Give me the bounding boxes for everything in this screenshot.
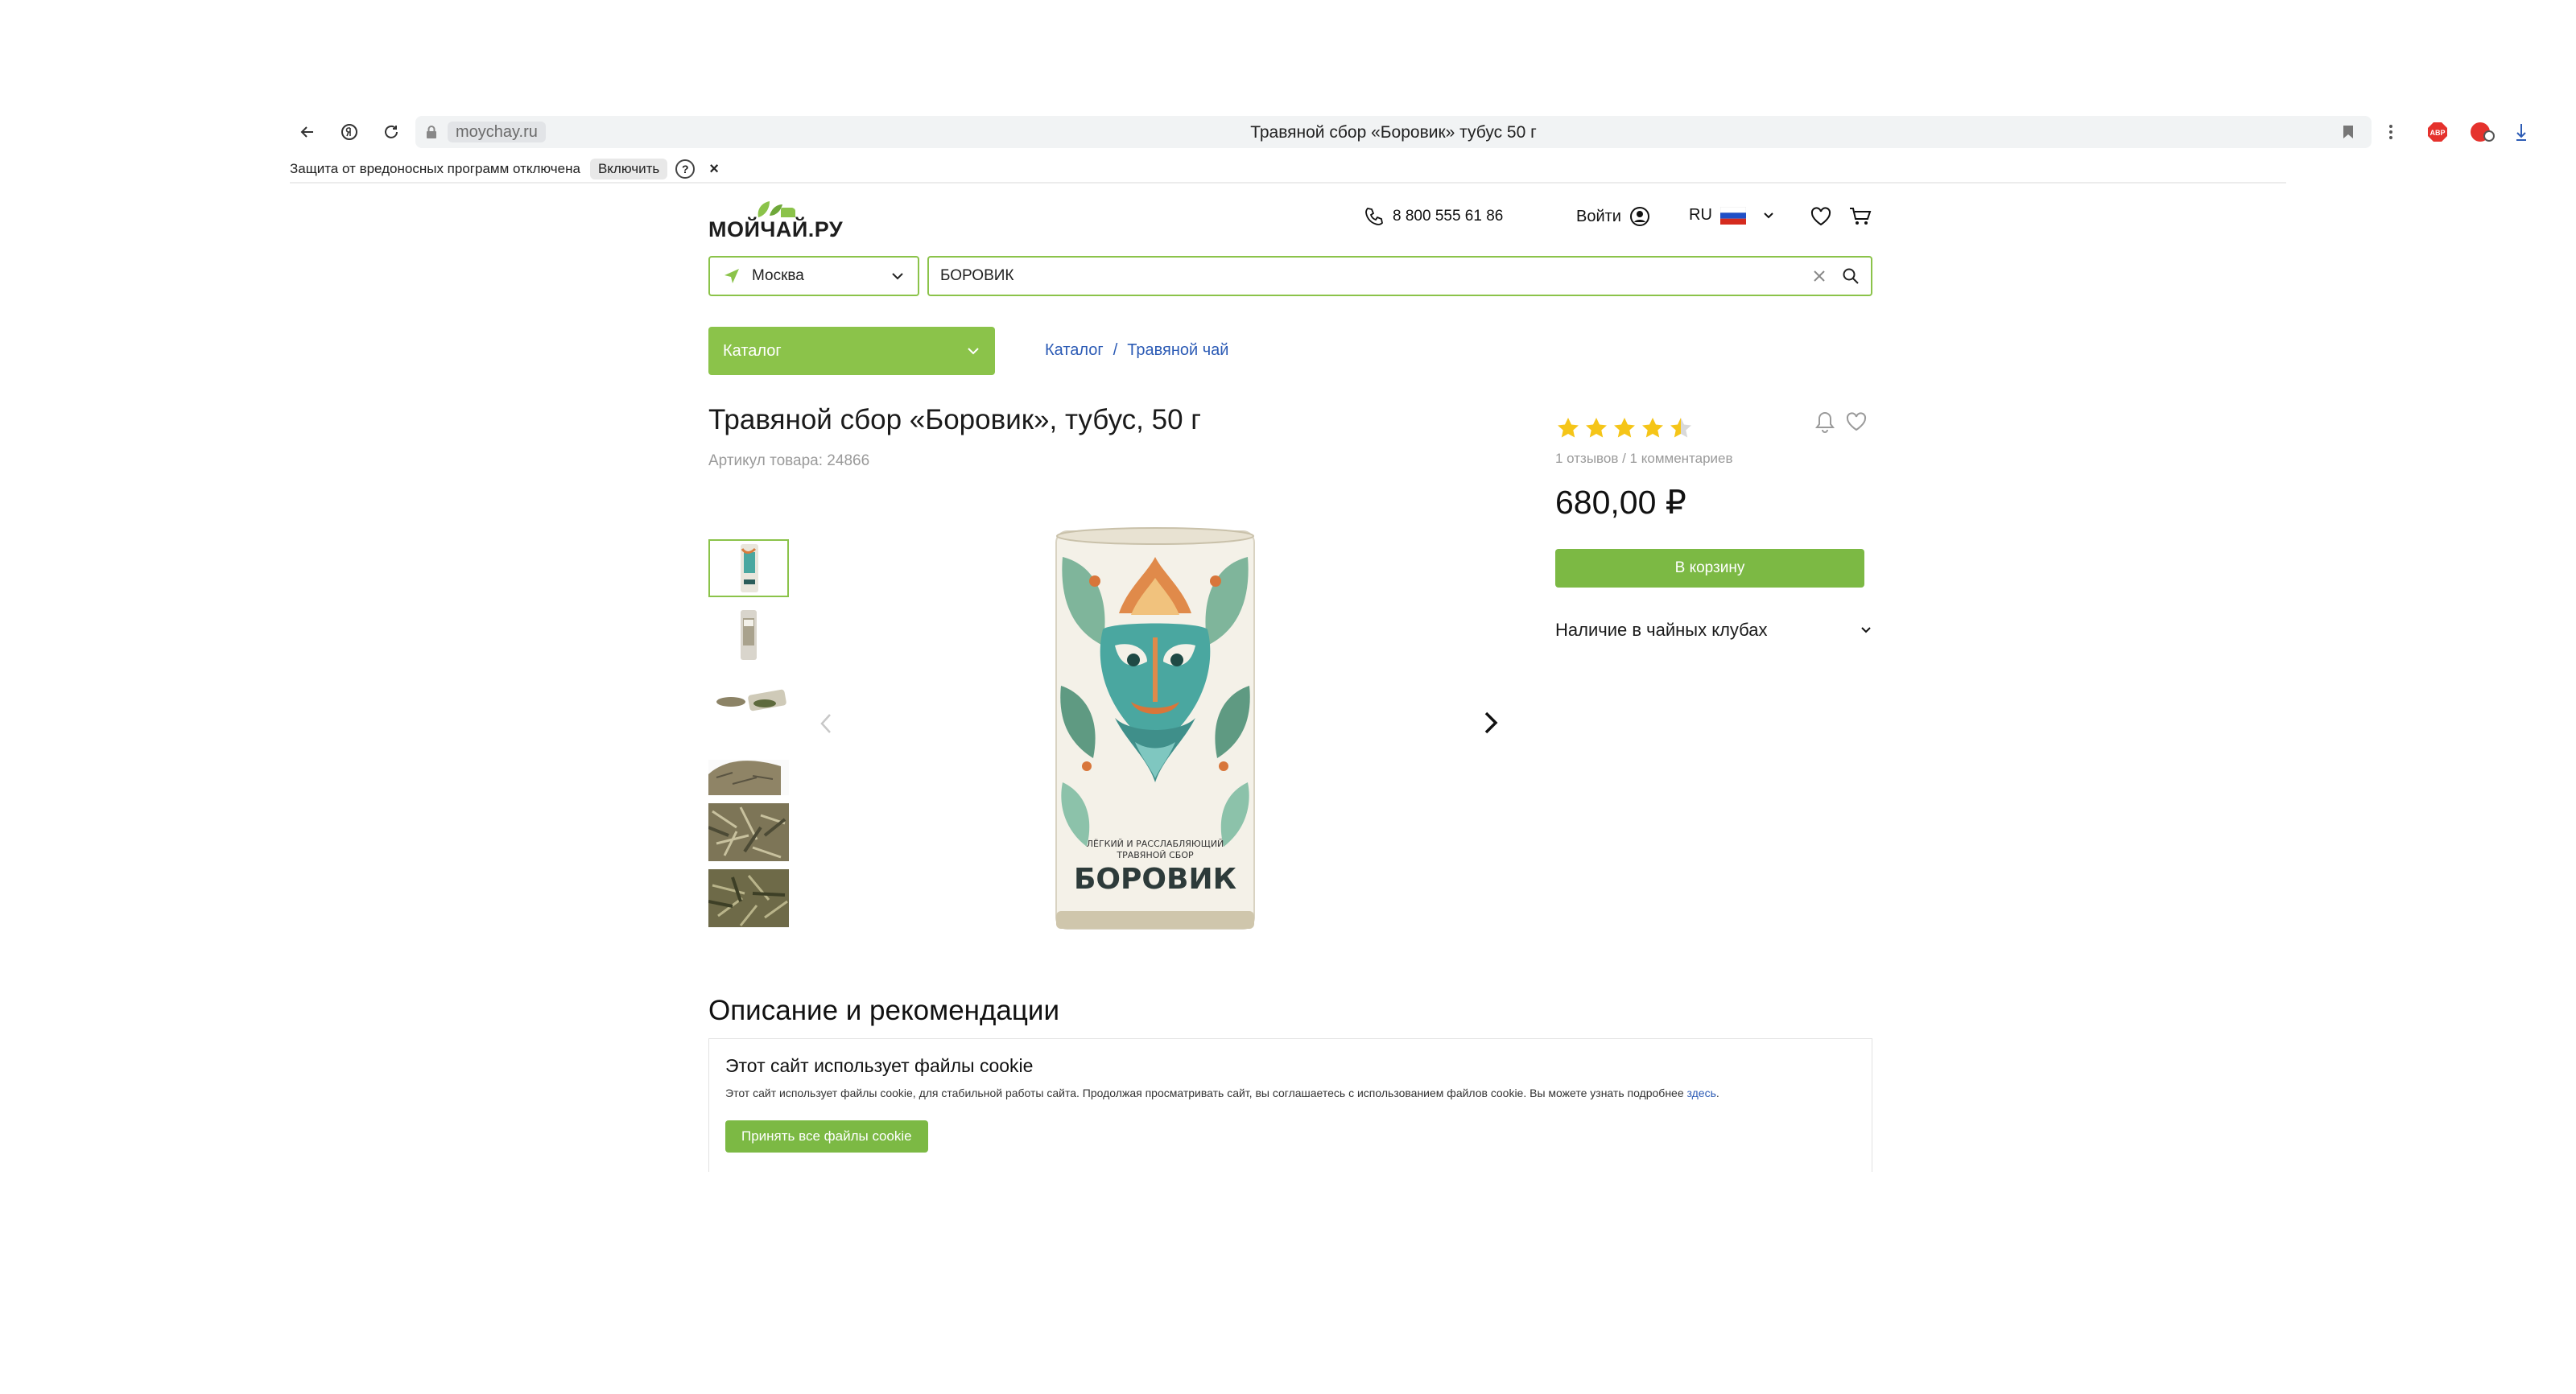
user-icon <box>1629 207 1649 226</box>
package-line-2: ТРАВЯНОЙ СБОР <box>1116 850 1194 860</box>
reviews-count[interactable]: 1 отзывов / 1 комментариев <box>1555 451 1733 467</box>
cart-icon[interactable] <box>1848 206 1872 227</box>
product-thumbnail-2[interactable] <box>708 605 789 663</box>
phone-link[interactable]: 8 800 555 61 86 <box>1364 206 1503 227</box>
browser-toolbar: moychay.ru Травяной сбор «Боровик» тубус… <box>290 113 2526 151</box>
cookie-title: Этот сайт использует файлы cookie <box>725 1055 1034 1076</box>
availability-label: Наличие в чайных клубах <box>1555 620 1768 640</box>
bell-icon[interactable] <box>1814 410 1835 433</box>
city-label: Москва <box>752 267 804 284</box>
yandex-icon[interactable] <box>336 119 362 145</box>
logo-leaf-icon <box>758 201 795 217</box>
reload-icon[interactable] <box>378 119 404 145</box>
location-arrow-icon <box>724 269 739 283</box>
package-name: БОРОВИК <box>1074 863 1236 896</box>
chevron-down-icon <box>968 348 979 355</box>
package-line-1: ЛЁГКИЙ И РАССЛАБЛЯЮЩИЙ <box>1087 839 1224 849</box>
logo-text: МОЙЧАЙ.РУ <box>708 217 844 241</box>
phone-number[interactable]: 8 800 555 61 86 <box>1393 208 1503 225</box>
product-title: Травяной сбор «Боровик», тубус, 50 г <box>708 404 1202 435</box>
product-thumbnail-3[interactable] <box>708 671 789 729</box>
heart-icon[interactable] <box>1845 411 1868 432</box>
language-label: RU <box>1689 206 1712 224</box>
city-selector[interactable]: Москва <box>708 256 919 296</box>
add-to-cart-label: В корзину <box>1674 559 1745 576</box>
close-icon[interactable]: × <box>709 160 719 179</box>
availability-dropdown[interactable]: Наличие в чайных клубах <box>1555 620 1872 641</box>
rating-stars <box>1558 418 1691 438</box>
svg-text:ABP: ABP <box>2429 129 2445 137</box>
product-thumbnail-6[interactable] <box>708 869 789 927</box>
favorites-heart-icon[interactable] <box>1810 206 1832 227</box>
breadcrumb: Каталог / Травяной чай <box>1045 341 1228 360</box>
product-thumbnail-1[interactable] <box>708 539 789 597</box>
product-rating[interactable] <box>1555 415 1697 441</box>
chevron-left-icon <box>820 714 831 733</box>
catalog-button[interactable]: Каталог <box>708 327 995 375</box>
product-thumbnail-5[interactable] <box>708 803 789 861</box>
product-sku: Артикул товара: 24866 <box>708 452 870 469</box>
star-icon <box>1642 418 1663 438</box>
login-button[interactable]: Войти <box>1576 206 1650 227</box>
product-price: 680,00 ₽ <box>1555 484 1686 521</box>
cookie-banner: Этот сайт использует файлы cookie Этот с… <box>708 1038 1872 1172</box>
breadcrumb-item-catalog[interactable]: Каталог <box>1045 341 1104 360</box>
search-query[interactable]: БОРОВИК <box>940 267 1811 285</box>
product-thumbnail-4[interactable] <box>708 737 789 795</box>
clear-icon[interactable] <box>1811 268 1827 284</box>
breadcrumb-separator: / <box>1113 341 1118 359</box>
bookmark-icon[interactable] <box>2343 125 2354 139</box>
menu-dots-icon[interactable] <box>2378 119 2404 145</box>
product-main-image[interactable]: ЛЁГКИЙ И РАССЛАБЛЯЮЩИЙ ТРАВЯНОЙ СБОР БОР… <box>1038 525 1272 935</box>
search-icon[interactable] <box>1842 267 1860 285</box>
site-logo[interactable]: МОЙЧАЙ.РУ <box>708 200 845 241</box>
adblock-extension-icon[interactable]: ABP <box>2425 119 2450 145</box>
language-selector[interactable]: RU <box>1689 206 1775 225</box>
login-label: Войти <box>1576 207 1621 225</box>
address-bar[interactable]: moychay.ru Травяной сбор «Боровик» тубус… <box>415 116 2372 148</box>
search-input[interactable]: БОРОВИК <box>927 256 1872 296</box>
breadcrumb-item-herbal-tea[interactable]: Травяной чай <box>1127 341 1228 360</box>
chevron-down-icon <box>1764 212 1773 218</box>
star-icon <box>1558 418 1579 438</box>
add-to-cart-button[interactable]: В корзину <box>1555 549 1864 588</box>
cookie-text: Этот сайт использует файлы cookie, для с… <box>725 1087 1856 1099</box>
cookie-more-link[interactable]: здесь <box>1687 1087 1716 1099</box>
previous-image-arrow[interactable] <box>818 711 834 740</box>
extension-icon[interactable] <box>2470 119 2496 145</box>
russia-flag-icon <box>1719 206 1746 225</box>
help-icon[interactable]: ? <box>675 159 696 179</box>
enable-protection-button[interactable]: Включить <box>589 159 668 179</box>
protection-notice: Защита от вредоносных программ отключена… <box>290 155 1014 184</box>
star-icon <box>1614 418 1635 438</box>
star-half-icon <box>1670 418 1691 438</box>
description-heading: Описание и рекомендации <box>708 995 1060 1026</box>
page-title-in-address-bar: Травяной сбор «Боровик» тубус 50 г <box>1250 123 1537 142</box>
catalog-label: Каталог <box>723 341 782 360</box>
chevron-down-icon <box>1861 627 1871 633</box>
download-icon[interactable] <box>2508 119 2534 145</box>
divider <box>290 182 2286 184</box>
cookie-text-end: . <box>1715 1087 1719 1099</box>
product-actions <box>1814 410 1868 433</box>
cookie-body: Этот сайт использует файлы cookie, для с… <box>725 1087 1687 1099</box>
back-icon[interactable] <box>295 119 320 145</box>
chevron-down-icon <box>892 273 903 280</box>
accept-cookies-button[interactable]: Принять все файлы cookie <box>725 1120 928 1153</box>
chevron-right-icon <box>1484 711 1498 734</box>
next-image-arrow[interactable] <box>1481 710 1501 740</box>
header-actions <box>1810 206 1872 227</box>
phone-icon <box>1365 208 1383 225</box>
protection-text: Защита от вредоносных программ отключена <box>290 161 580 176</box>
star-icon <box>1586 418 1607 438</box>
